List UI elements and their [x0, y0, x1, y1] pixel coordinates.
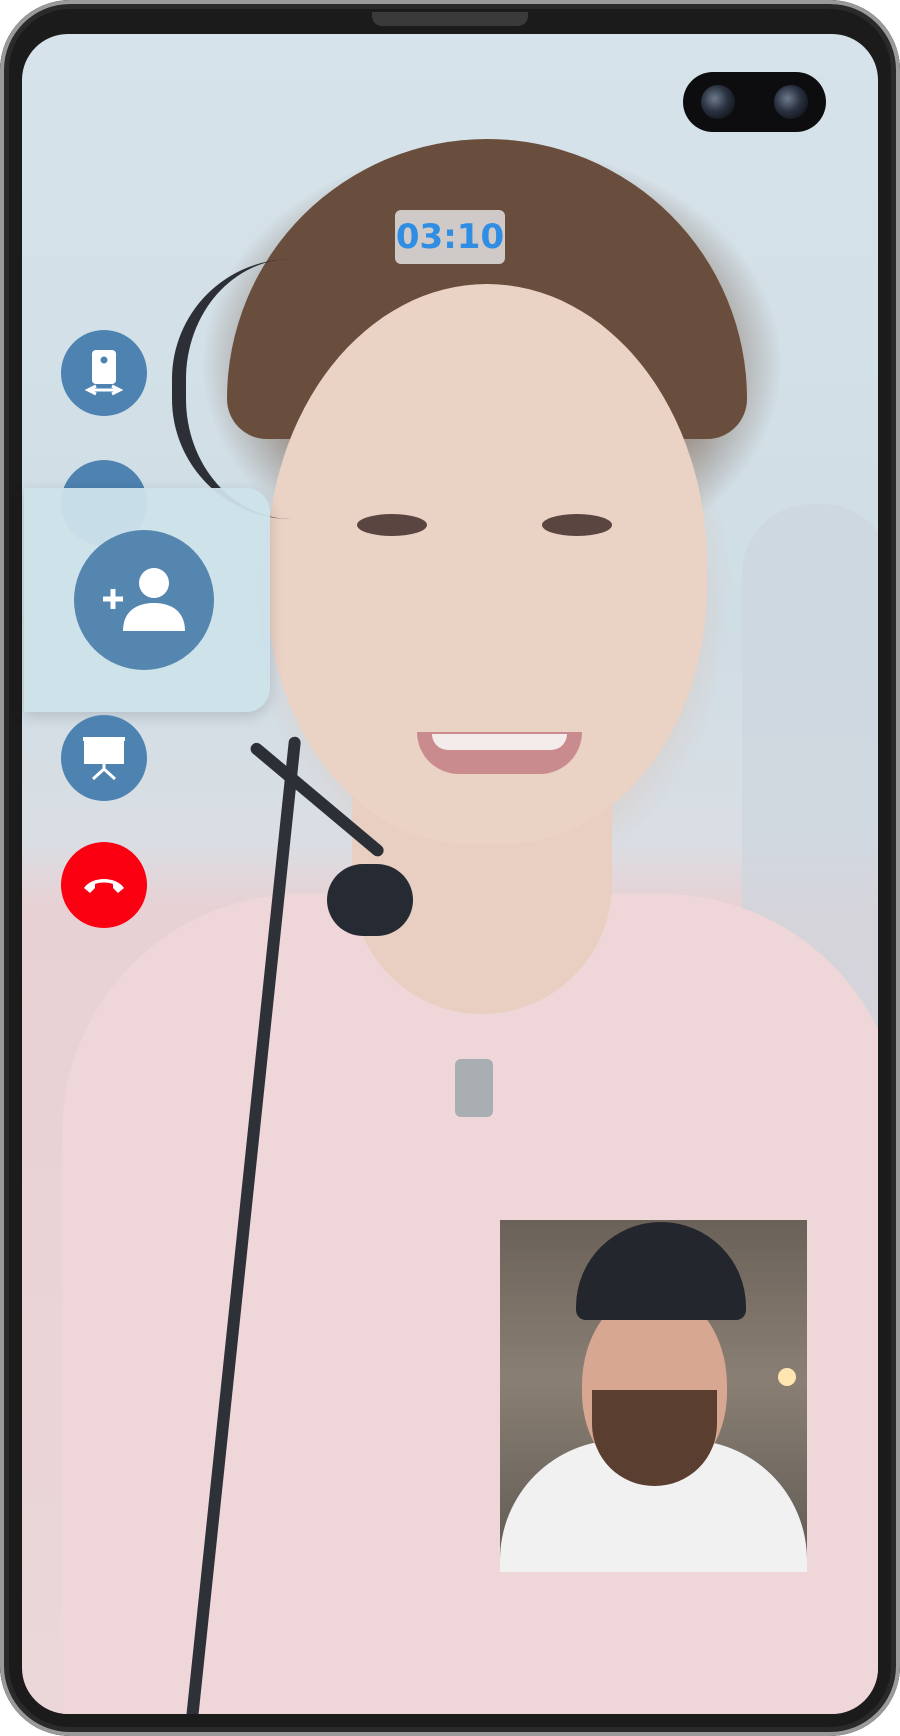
camera-lens-icon	[701, 85, 735, 119]
switch-camera-button[interactable]	[61, 330, 147, 416]
add-person-icon	[103, 568, 185, 631]
headset-mic	[327, 864, 413, 936]
remote-video-teeth	[432, 734, 567, 750]
presentation-icon	[83, 737, 125, 781]
headset-band	[172, 259, 306, 519]
self-view-video[interactable]	[500, 1220, 807, 1572]
front-camera-cutout	[683, 72, 826, 132]
remote-video-eye-left	[357, 514, 427, 536]
pip-cap	[576, 1222, 746, 1320]
pip-background-light	[778, 1368, 796, 1386]
remote-video-eye-right	[542, 514, 612, 536]
earpiece-speaker	[372, 12, 528, 26]
switch-camera-icon	[84, 350, 124, 396]
call-timer: 03:10	[395, 210, 505, 264]
phone-hangup-icon	[84, 879, 124, 893]
end-call-button[interactable]	[61, 842, 147, 928]
share-presentation-button[interactable]	[61, 715, 147, 801]
blouse-clasp	[455, 1059, 493, 1117]
add-participant-button[interactable]	[74, 530, 214, 670]
phone-frame: 03:10	[0, 0, 900, 1736]
camera-lens-icon	[774, 85, 808, 119]
